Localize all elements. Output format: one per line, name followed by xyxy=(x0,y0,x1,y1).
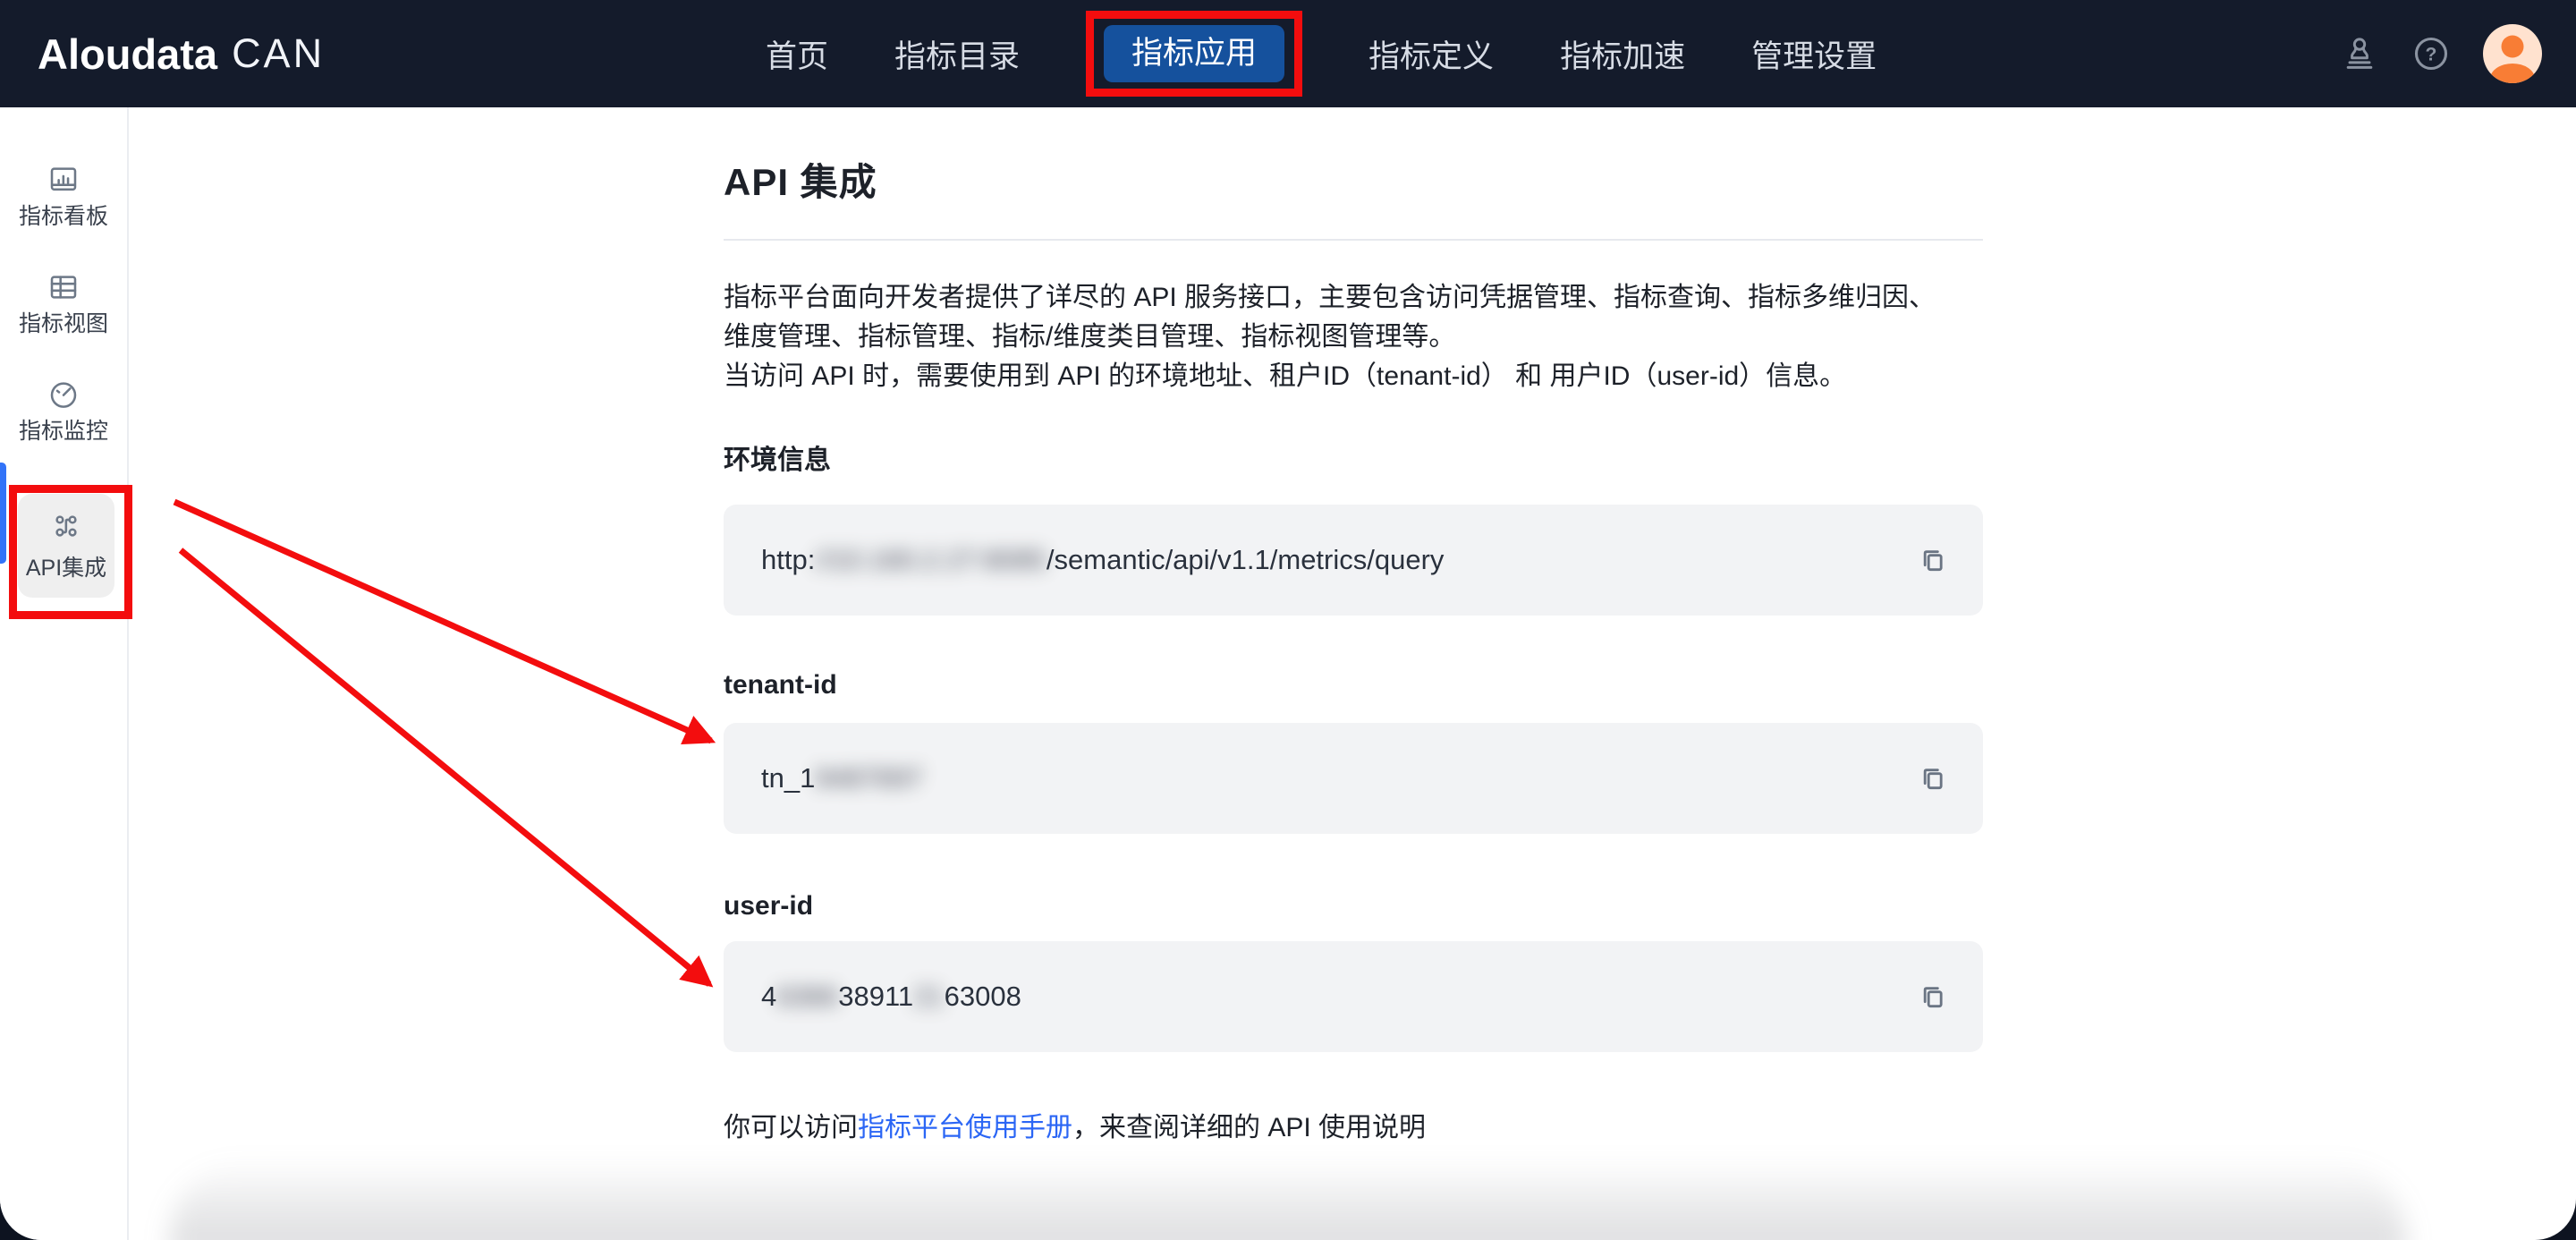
intro-line: 维度管理、指标管理、指标/维度类目管理、指标视图管理等。 xyxy=(724,318,1983,357)
svg-text:?: ? xyxy=(2426,45,2437,65)
copy-button[interactable] xyxy=(1913,975,1953,1018)
value-segment: //10.160.2.27:8085 xyxy=(815,544,1046,576)
tenant-id-box: tn_19487697 xyxy=(724,723,1983,834)
approval-stamp-icon[interactable] xyxy=(2340,34,2379,73)
top-navbar: Aloudata CAN 首页 指标目录 指标应用 指标定义 指标加速 管理设置… xyxy=(0,0,2576,107)
section-heading-tenant-id: tenant-id xyxy=(724,670,1983,701)
sidebar-item-label: API集成 xyxy=(26,550,106,582)
value-segment: 38911 xyxy=(838,981,913,1013)
copy-button[interactable] xyxy=(1913,539,1953,582)
help-icon[interactable]: ? xyxy=(2411,34,2451,73)
value-segment: 4 xyxy=(761,981,776,1013)
manual-note-prefix: 你可以访问 xyxy=(724,1113,858,1142)
sidebar-item-metric-view[interactable]: 指标视图 xyxy=(0,270,127,336)
nav-item-metric-definition[interactable]: 指标定义 xyxy=(1368,31,1494,77)
gauge-icon xyxy=(47,378,80,412)
brand-suffix: CAN xyxy=(232,30,325,77)
copy-icon xyxy=(1913,759,1949,798)
table-view-icon xyxy=(47,270,80,304)
next-section-shadow xyxy=(170,1159,2406,1240)
dashboard-board-icon xyxy=(47,163,80,197)
manual-note: 你可以访问指标平台使用手册，来查阅详细的 API 使用说明 xyxy=(724,1105,1983,1144)
tenant-id-value: tn_19487697 xyxy=(761,762,1913,794)
value-segment: 6366 xyxy=(776,981,838,1013)
api-integration-icon xyxy=(50,510,82,542)
main-nav: 首页 指标目录 指标应用 指标定义 指标加速 管理设置 xyxy=(766,0,1877,107)
section-heading-user-id: user-id xyxy=(724,891,1983,922)
sidebar-active-indicator xyxy=(0,463,6,564)
main-panel: API 集成 指标平台面向开发者提供了详尽的 API 服务接口，主要包含访问凭据… xyxy=(131,107,2576,1240)
sidebar-item-metric-monitor[interactable]: 指标监控 xyxy=(0,378,127,444)
value-segment: tn_1 xyxy=(761,762,815,794)
nav-item-admin-settings[interactable]: 管理设置 xyxy=(1751,31,1877,77)
nav-item-metric-catalog[interactable]: 指标目录 xyxy=(894,31,1020,77)
navbar-right-actions: ? xyxy=(2340,0,2542,107)
copy-icon xyxy=(1913,540,1949,580)
page-title: API 集成 xyxy=(724,152,1983,207)
sidebar-item-label: 指标看板 xyxy=(19,204,108,229)
sidebar-item-api-integration-active[interactable]: API集成 xyxy=(18,494,114,598)
user-id-box: 46366389112163008 xyxy=(724,941,1983,1052)
environment-url-box: http://10.160.2.27:8085/semantic/api/v1.… xyxy=(724,505,1983,616)
brand-logo[interactable]: Aloudata CAN xyxy=(38,0,325,107)
brand-name: Aloudata xyxy=(38,30,217,79)
intro-line: 当访问 API 时，需要使用到 API 的环境地址、租户ID（tenant-id… xyxy=(724,357,1983,396)
intro-paragraph: 指标平台面向开发者提供了详尽的 API 服务接口，主要包含访问凭据管理、指标查询… xyxy=(724,278,1983,396)
title-divider xyxy=(724,239,1983,241)
value-segment: 9487697 xyxy=(815,762,923,794)
annotation-frame-nav: 指标应用 xyxy=(1086,11,1302,97)
sidebar-item-label: 指标监控 xyxy=(19,419,108,444)
section-heading-environment: 环境信息 xyxy=(724,437,1983,477)
nav-item-home[interactable]: 首页 xyxy=(766,31,828,77)
environment-url-value: http://10.160.2.27:8085/semantic/api/v1.… xyxy=(761,544,1913,576)
copy-button[interactable] xyxy=(1913,757,1953,800)
intro-line: 指标平台面向开发者提供了详尽的 API 服务接口，主要包含访问凭据管理、指标查询… xyxy=(724,278,1983,318)
sidebar-item-metric-dashboard[interactable]: 指标看板 xyxy=(0,163,127,229)
manual-note-suffix: ，来查阅详细的 API 使用说明 xyxy=(1072,1113,1426,1142)
content-container: API 集成 指标平台面向开发者提供了详尽的 API 服务接口，主要包含访问凭据… xyxy=(724,107,1983,1144)
user-id-value: 46366389112163008 xyxy=(761,981,1913,1013)
value-segment: /semantic/api/v1.1/metrics/query xyxy=(1046,544,1445,576)
user-manual-link[interactable]: 指标平台使用手册 xyxy=(858,1113,1072,1142)
value-segment: 63008 xyxy=(945,981,1021,1013)
sidebar-item-label: 指标视图 xyxy=(19,311,108,336)
copy-icon xyxy=(1913,977,1949,1016)
nav-item-metric-app-active[interactable]: 指标应用 xyxy=(1104,25,1284,82)
annotation-frame-sidebar: API集成 xyxy=(9,485,132,619)
value-segment: 21 xyxy=(913,981,944,1013)
user-avatar[interactable] xyxy=(2483,24,2542,83)
app-window: Aloudata CAN 首页 指标目录 指标应用 指标定义 指标加速 管理设置… xyxy=(0,0,2576,1240)
avatar-person-icon xyxy=(2483,24,2542,83)
nav-item-metric-acceleration[interactable]: 指标加速 xyxy=(1560,31,1685,77)
left-sidebar: 指标看板 指标视图 指标监控 xyxy=(0,107,129,1240)
value-segment: http: xyxy=(761,544,815,576)
